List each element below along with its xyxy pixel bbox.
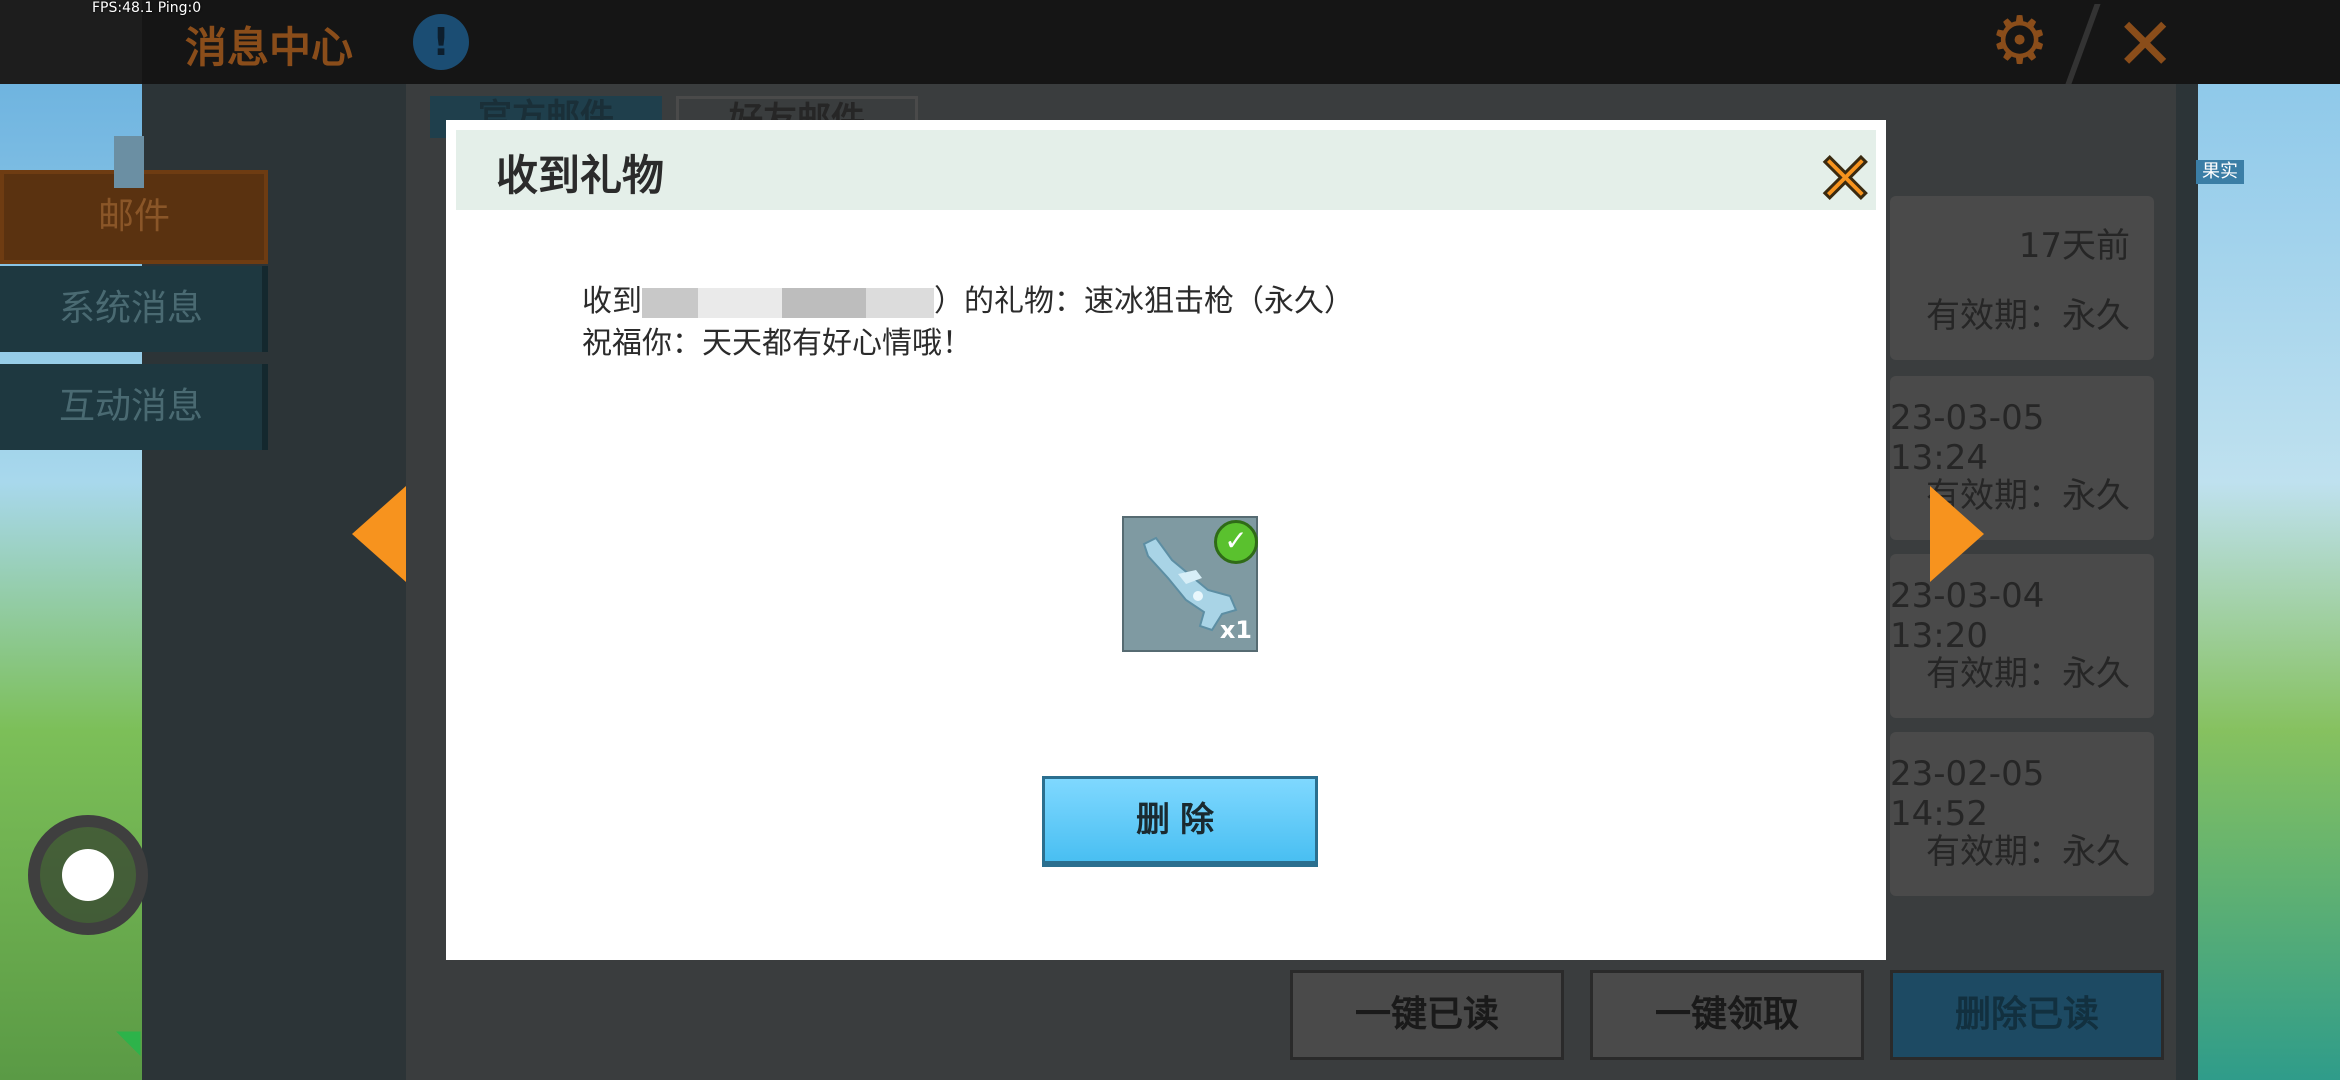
message-prefix: 收到 bbox=[582, 284, 642, 319]
redacted-sender bbox=[698, 287, 782, 318]
message-suffix: ）的礼物：速冰狙击枪（永久） bbox=[934, 284, 1354, 319]
gear-icon[interactable]: ⚙ bbox=[1990, 8, 2049, 74]
mail-list-item[interactable]: 17天前 有效期：永久 bbox=[1890, 196, 2154, 360]
close-icon[interactable]: ✕ bbox=[1815, 143, 1877, 216]
gift-message: 收到 ）的礼物：速冰狙击枪（永久） bbox=[582, 276, 1354, 320]
delete-read-button[interactable]: 删除已读 bbox=[1890, 970, 2164, 1060]
delete-button[interactable]: 删除 bbox=[1042, 776, 1318, 867]
read-all-button[interactable]: 一键已读 bbox=[1290, 970, 1564, 1060]
wifi-icon: ◥ bbox=[116, 1022, 141, 1060]
fps-counter: FPS:48.1 Ping:0 bbox=[92, 0, 202, 16]
prev-arrow-icon[interactable] bbox=[352, 486, 406, 582]
mail-time: 23-02-05 14:52 bbox=[1890, 754, 2045, 834]
game-world-right bbox=[2198, 84, 2340, 1080]
mail-list-item[interactable]: 23-02-05 14:52 有效期：永久 bbox=[1890, 732, 2154, 896]
mail-validity: 有效期：永久 bbox=[1926, 832, 2130, 872]
gift-dialog: 收到礼物 ✕ 收到 ）的礼物：速冰狙击枪（永久） 祝福你：天天都有好心情哦！ ✓ … bbox=[446, 120, 1886, 960]
item-quantity: x1 bbox=[1219, 616, 1252, 644]
sidebar-item-system-messages[interactable]: 系统消息 bbox=[0, 266, 268, 352]
mail-validity: 有效期：永久 bbox=[1926, 654, 2130, 694]
next-arrow-icon[interactable] bbox=[1930, 486, 1984, 582]
mail-time: 23-03-05 13:24 bbox=[1890, 398, 2045, 478]
page-title: 消息中心 bbox=[185, 23, 354, 72]
mail-time: 17天前 bbox=[2018, 226, 2130, 266]
joystick[interactable] bbox=[28, 815, 148, 935]
sidebar-item-interaction-messages[interactable]: 互动消息 bbox=[0, 364, 268, 450]
redacted-sender bbox=[642, 287, 698, 318]
check-icon: ✓ bbox=[1214, 520, 1258, 564]
redacted-sender bbox=[782, 287, 866, 318]
blessing-message: 祝福你：天天都有好心情哦！ bbox=[582, 326, 972, 361]
speaker-icon[interactable] bbox=[114, 136, 144, 188]
gift-item-slot[interactable]: ✓ x1 bbox=[1122, 516, 1258, 652]
fruit-icon[interactable]: 果实 bbox=[2196, 100, 2244, 184]
joystick-knob[interactable] bbox=[62, 849, 114, 901]
redacted-sender bbox=[866, 287, 934, 318]
mail-validity: 有效期：永久 bbox=[1926, 296, 2130, 336]
dialog-title: 收到礼物 bbox=[496, 151, 665, 200]
dialog-header: 收到礼物 ✕ bbox=[456, 130, 1876, 216]
info-icon[interactable]: ! bbox=[413, 14, 469, 70]
close-icon[interactable]: ✕ bbox=[2115, 8, 2175, 80]
fruit-label: 果实 bbox=[2196, 160, 2244, 184]
mail-time: 23-03-04 13:20 bbox=[1890, 576, 2045, 656]
claim-all-button[interactable]: 一键领取 bbox=[1590, 970, 1864, 1060]
